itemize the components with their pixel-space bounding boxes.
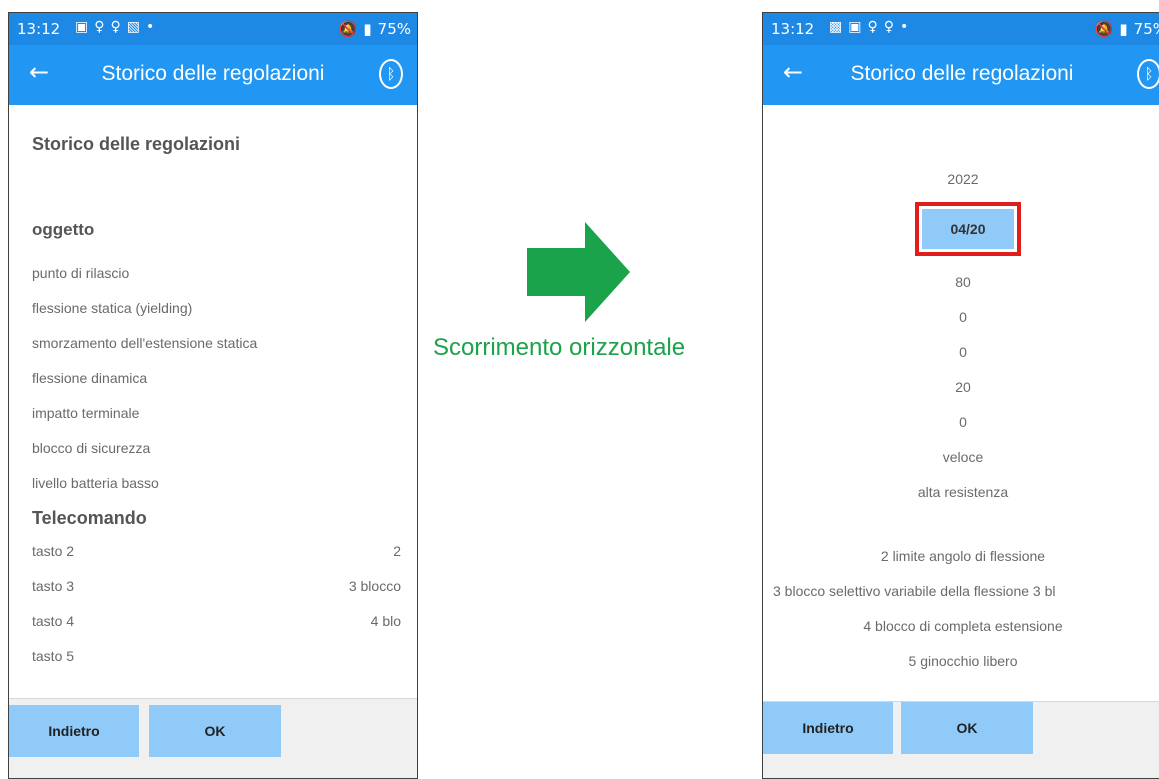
- status-bar: 13:12 ▩▣♀♀• 🔕 ▮ 75%: [763, 13, 1159, 45]
- date-button[interactable]: 04/20: [922, 209, 1014, 249]
- remote-value: 4 blocco di completa estensione: [863, 618, 1063, 634]
- year-label: 2022: [947, 171, 979, 187]
- toolbar-title: Storico delle regolazioni: [850, 62, 1074, 85]
- remote-row-value: 3 blocco: [348, 578, 401, 594]
- status-right: 🔕 ▮ 75%: [1089, 20, 1159, 38]
- remote-value: 2 limite angolo di flessione: [880, 548, 1046, 564]
- list-item: flessione statica (yielding): [32, 300, 193, 316]
- list-item: flessione dinamica: [32, 370, 148, 386]
- remote-row-label: tasto 2: [32, 543, 75, 559]
- ok-button[interactable]: OK: [149, 705, 281, 757]
- remote-row-label: tasto 3: [32, 578, 75, 594]
- history-value: 0: [959, 309, 967, 325]
- remote-row-label: tasto 5: [32, 648, 75, 664]
- list-item: punto di rilascio: [32, 265, 130, 281]
- history-value: 80: [955, 274, 971, 290]
- status-right: 🔕 ▮ 75%: [333, 20, 411, 38]
- page-heading: Storico delle regolazioni: [32, 134, 241, 154]
- list-item: impatto terminale: [32, 405, 140, 421]
- history-value: alta resistenza: [917, 484, 1009, 500]
- bottom-bar: Indietro OK: [9, 698, 417, 778]
- status-time: 13:12: [17, 20, 61, 38]
- swipe-label: Scorrimento orizzontale: [433, 334, 686, 361]
- list-item: livello batteria basso: [32, 475, 159, 491]
- toolbar-title: Storico delle regolazioni: [101, 62, 325, 85]
- right-phone-screen: 13:12 ▩▣♀♀• 🔕 ▮ 75% ← Storico delle regola…: [762, 12, 1159, 779]
- status-time: 13:12: [771, 20, 815, 38]
- history-value: 0: [959, 414, 967, 430]
- bluetooth-icon[interactable]: ᛒ: [379, 59, 403, 89]
- battery-level: 75%: [1133, 20, 1159, 38]
- notification-icons: ▣♀♀▧•: [75, 19, 161, 35]
- battery-icon: ▮: [1119, 20, 1128, 38]
- remote-value: 5 ginocchio libero: [908, 653, 1018, 669]
- section-heading-remote: Telecomando: [32, 508, 147, 528]
- remote-row-value: 2: [393, 543, 401, 559]
- bottom-bar: Indietro OK: [763, 701, 1159, 778]
- app-toolbar: ← Storico delle regolazioni ᛒ: [763, 45, 1159, 105]
- history-value: 0: [959, 344, 967, 360]
- back-button[interactable]: Indietro: [9, 705, 139, 757]
- swipe-arrow-icon: [527, 222, 630, 322]
- app-toolbar: ← Storico delle regolazioni ᛒ: [9, 45, 417, 105]
- history-value: veloce: [942, 449, 984, 465]
- remote-row-label: tasto 4: [32, 613, 75, 629]
- remote-row-value: 4 blo: [370, 613, 401, 629]
- section-heading-object: oggetto: [32, 220, 95, 239]
- bluetooth-icon[interactable]: ᛒ: [1137, 59, 1159, 89]
- mute-icon: 🔕: [338, 20, 358, 38]
- battery-level: 75%: [377, 20, 411, 38]
- notification-icons: ▩▣♀♀•: [829, 19, 915, 35]
- list-item: blocco di sicurezza: [32, 440, 151, 456]
- status-bar: 13:12 ▣♀♀▧• 🔕 ▮ 75%: [9, 13, 417, 45]
- battery-icon: ▮: [363, 20, 372, 38]
- left-phone-screen: 13:12 ▣♀♀▧• 🔕 ▮ 75% ← Storico delle regola…: [8, 12, 418, 779]
- history-value: 20: [955, 379, 971, 395]
- mute-icon: 🔕: [1094, 20, 1114, 38]
- back-button[interactable]: Indietro: [763, 702, 893, 754]
- ok-button[interactable]: OK: [901, 702, 1033, 754]
- list-item: smorzamento dell'estensione statica: [32, 335, 258, 351]
- date-highlight-frame: 04/20: [915, 202, 1021, 256]
- remote-value: 3 blocco selettivo variabile della fless…: [773, 583, 1056, 599]
